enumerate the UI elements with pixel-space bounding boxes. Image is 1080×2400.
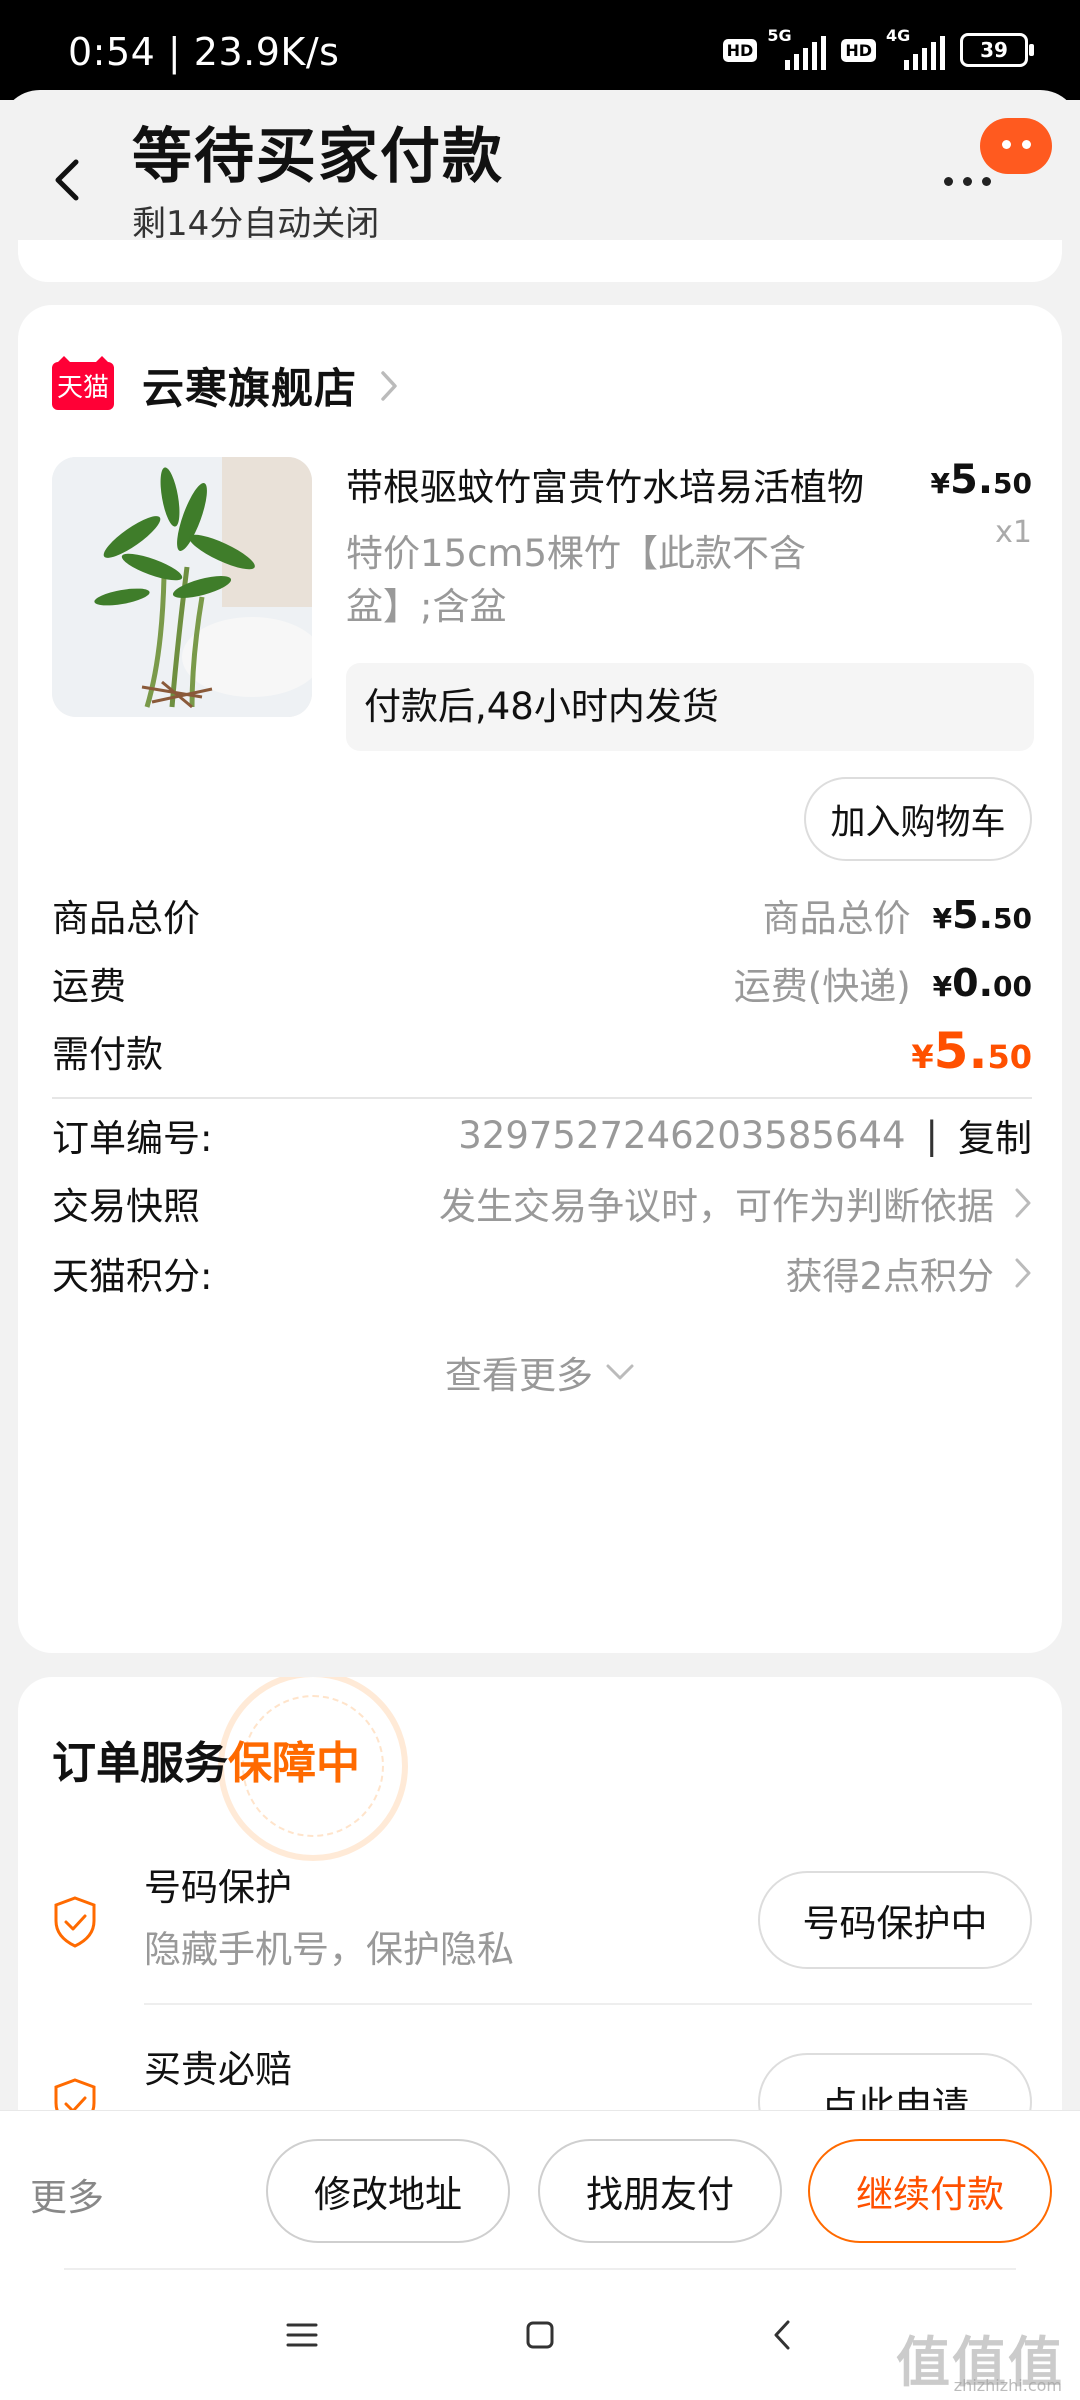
product-sku: 特价15cm5棵竹【此款不含盆】;含盆: [346, 532, 807, 628]
service-title: 订单服务保障中: [52, 1738, 360, 1789]
address-card-bottom: [18, 240, 1062, 282]
shop-name: 云寒旗舰店: [142, 364, 358, 413]
shipping-promise: 付款后,48小时内发货: [346, 663, 1034, 751]
product-title[interactable]: 带根驱蚊竹富贵竹水培易活植物: [346, 457, 926, 511]
home-square-icon: [526, 2321, 554, 2349]
see-more-button[interactable]: 查看更多: [18, 1345, 1062, 1399]
chevron-right-icon: [1015, 1258, 1031, 1288]
number-protection-button[interactable]: 号码保护中: [758, 1871, 1032, 1969]
chevron-right-icon: [1015, 1188, 1031, 1218]
payable-row: 需付款 ¥5.50: [52, 1022, 1032, 1080]
order-number-row: 订单编号: 3297527246203585644 | 复制: [52, 1105, 1032, 1165]
back-button[interactable]: [42, 150, 92, 210]
order-number: 3297527246203585644: [458, 1113, 906, 1157]
goods-total-row: 商品总价 商品总价 ¥5.50: [52, 893, 1032, 940]
menu-icon: [286, 2323, 318, 2347]
chevron-left-icon: [55, 159, 79, 201]
site-watermark-url: zhizhizhi.com: [953, 2376, 1062, 2395]
chevron-down-icon: [606, 1364, 634, 1380]
tmall-logo: 天猫: [52, 355, 114, 410]
apply-claim-button[interactable]: 点此申请: [758, 2053, 1032, 2117]
hd-icon: HD: [722, 38, 758, 62]
hd-icon: HD: [841, 38, 876, 62]
friend-pay-button[interactable]: 找朋友付: [538, 2139, 782, 2243]
status-icons: HD 5G HD 4G 39: [722, 26, 1034, 70]
chevron-right-icon: [381, 370, 397, 401]
payable-price: ¥5.50: [911, 1022, 1032, 1080]
page-title: 等待买家付款: [132, 122, 504, 192]
add-to-cart-button[interactable]: 加入购物车: [804, 777, 1032, 861]
battery-icon: 39: [960, 33, 1034, 67]
product-image[interactable]: [52, 457, 312, 717]
shipping-fee-row: 运费 运费(快递) ¥0.00: [52, 961, 1032, 1008]
signal-4g-icon: 4G: [886, 26, 950, 70]
auto-close-countdown: 剩14分自动关闭: [132, 204, 380, 244]
continue-payment-button[interactable]: 继续付款: [808, 2139, 1052, 2243]
divider: [52, 1097, 1032, 1099]
copy-order-number-button[interactable]: 复制: [958, 1108, 1032, 1162]
trade-snapshot-row[interactable]: 交易快照 发生交易争议时，可作为判断依据: [52, 1173, 1032, 1233]
status-bar: 0:54 | 23.9K/s HD 5G HD 4G 39: [0, 0, 1080, 100]
status-time: 0:54 | 23.9K/s: [68, 30, 340, 74]
tmall-points-row[interactable]: 天猫积分: 获得2点积分: [52, 1243, 1032, 1303]
bottom-action-bar: 更多 修改地址 找朋友付 继续付款: [0, 2110, 1080, 2270]
product-price: ¥5.50: [930, 457, 1032, 503]
more-actions-link[interactable]: 更多: [30, 2167, 104, 2221]
edit-address-button[interactable]: 修改地址: [266, 2139, 510, 2243]
shop-row[interactable]: 天猫 云寒旗舰店: [52, 355, 399, 416]
service-item-price-protection: 买贵必赔 点此申请: [52, 2039, 1032, 2117]
chevron-left-icon: [774, 2320, 790, 2350]
more-dots-icon: [944, 177, 991, 186]
signal-5g-icon: 5G: [767, 26, 831, 70]
menu-nav-button[interactable]: [272, 2310, 332, 2360]
assistant-icon: [980, 118, 1052, 174]
goods-total-price: ¥5.50: [932, 893, 1032, 937]
service-item-number-protection: 号码保护 隐藏手机号，保护隐私 号码保护中: [52, 1857, 1032, 1987]
order-card: 天猫 云寒旗舰店 带根驱蚊竹富贵竹水培易活植物 ¥5.50 x1 特价15cm5…: [18, 305, 1062, 1653]
home-nav-button[interactable]: [510, 2310, 570, 2360]
shipping-fee-price: ¥0.00: [932, 961, 1032, 1005]
product-quantity: x1: [995, 515, 1032, 550]
shield-check-icon: [54, 1896, 96, 1948]
order-service-card: 订单服务保障中 号码保护 隐藏手机号，保护隐私 号码保护中 买贵必赔 点此申请: [18, 1677, 1062, 2117]
back-nav-button[interactable]: [752, 2310, 812, 2360]
more-menu-button[interactable]: [944, 118, 1054, 188]
divider: [144, 2003, 1032, 2005]
